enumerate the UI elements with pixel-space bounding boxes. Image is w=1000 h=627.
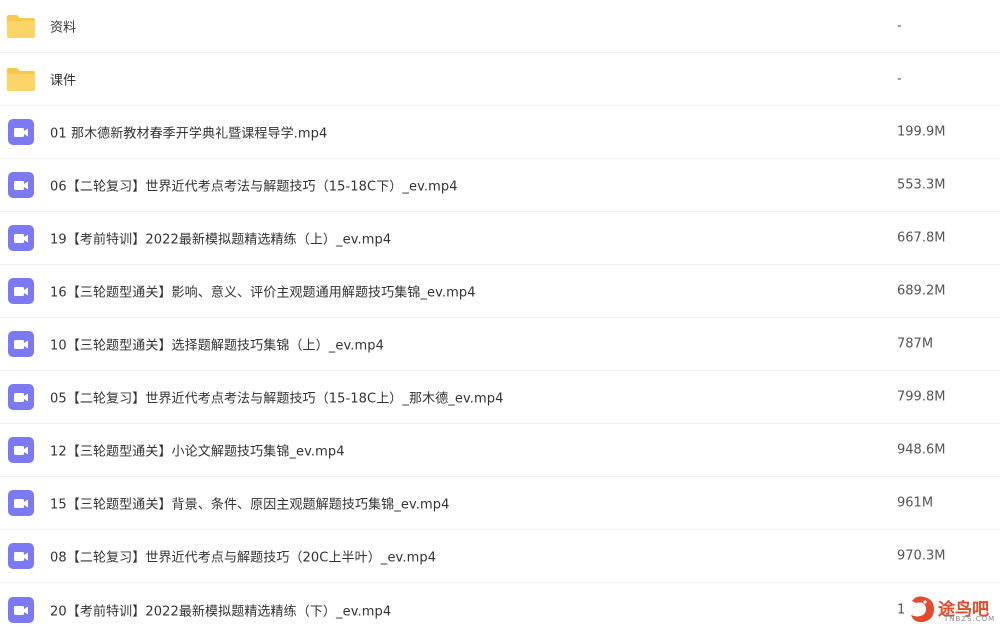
file-size: 667.8M — [897, 230, 946, 246]
file-row[interactable]: 06【二轮复习】世界近代考点考法与解题技巧（15-18C下）_ev.mp4 55… — [0, 159, 1000, 212]
file-size: 787M — [897, 336, 934, 352]
video-file-icon — [6, 330, 36, 358]
file-name[interactable]: 10【三轮题型通关】选择题解题技巧集锦（上）_ev.mp4 — [50, 335, 384, 354]
file-size: 1 — [897, 602, 906, 617]
file-row[interactable]: 19【考前特训】2022最新模拟题精选精练（上）_ev.mp4 667.8M — [0, 212, 1000, 265]
file-size: 799.8M — [897, 389, 946, 405]
file-row[interactable]: 12【三轮题型通关】小论文解题技巧集锦_ev.mp4 948.6M — [0, 424, 1000, 477]
video-file-icon — [6, 436, 36, 464]
folder-icon — [6, 12, 36, 40]
video-file-icon — [6, 542, 36, 570]
file-size: 948.6M — [897, 442, 946, 458]
folder-row[interactable]: 资料 - — [0, 0, 1000, 53]
file-size: 689.2M — [897, 283, 946, 299]
video-file-icon — [6, 383, 36, 411]
folder-row[interactable]: 课件 - — [0, 53, 1000, 106]
file-row[interactable]: 05【二轮复习】世界近代考点考法与解题技巧（15-18C上）_那木德_ev.mp… — [0, 371, 1000, 424]
video-file-icon — [6, 596, 36, 624]
site-watermark: 途鸟吧 TNBZS.COM — [908, 592, 1000, 627]
file-name[interactable]: 资料 — [50, 17, 76, 36]
file-name[interactable]: 课件 — [50, 70, 76, 89]
file-row[interactable]: 20【考前特训】2022最新模拟题精选精练（下）_ev.mp4 1 — [0, 583, 1000, 627]
file-row[interactable]: 08【二轮复习】世界近代考点与解题技巧（20C上半叶）_ev.mp4 970.3… — [0, 530, 1000, 583]
file-name[interactable]: 19【考前特训】2022最新模拟题精选精练（上）_ev.mp4 — [50, 229, 391, 248]
file-size: - — [897, 18, 902, 34]
file-row[interactable]: 01 那木德新教材春季开学典礼暨课程导学.mp4 199.9M — [0, 106, 1000, 159]
file-size: - — [897, 71, 902, 87]
file-name[interactable]: 20【考前特训】2022最新模拟题精选精练（下）_ev.mp4 — [50, 600, 391, 619]
file-size: 970.3M — [897, 548, 946, 564]
file-row[interactable]: 15【三轮题型通关】背景、条件、原因主观题解题技巧集锦_ev.mp4 961M — [0, 477, 1000, 530]
file-name[interactable]: 12【三轮题型通关】小论文解题技巧集锦_ev.mp4 — [50, 441, 345, 460]
bird-logo-icon — [911, 596, 934, 623]
file-name[interactable]: 15【三轮题型通关】背景、条件、原因主观题解题技巧集锦_ev.mp4 — [50, 494, 449, 513]
file-row[interactable]: 16【三轮题型通关】影响、意义、评价主观题通用解题技巧集锦_ev.mp4 689… — [0, 265, 1000, 318]
file-size: 553.3M — [897, 177, 946, 193]
file-row[interactable]: 10【三轮题型通关】选择题解题技巧集锦（上）_ev.mp4 787M — [0, 318, 1000, 371]
video-file-icon — [6, 489, 36, 517]
video-file-icon — [6, 171, 36, 199]
file-name[interactable]: 05【二轮复习】世界近代考点考法与解题技巧（15-18C上）_那木德_ev.mp… — [50, 388, 504, 407]
folder-icon — [6, 65, 36, 93]
file-name[interactable]: 16【三轮题型通关】影响、意义、评价主观题通用解题技巧集锦_ev.mp4 — [50, 282, 476, 301]
file-name[interactable]: 01 那木德新教材春季开学典礼暨课程导学.mp4 — [50, 123, 327, 142]
video-file-icon — [6, 277, 36, 305]
video-file-icon — [6, 224, 36, 252]
file-name[interactable]: 08【二轮复习】世界近代考点与解题技巧（20C上半叶）_ev.mp4 — [50, 547, 436, 566]
file-size: 199.9M — [897, 124, 946, 140]
video-file-icon — [6, 118, 36, 146]
file-name[interactable]: 06【二轮复习】世界近代考点考法与解题技巧（15-18C下）_ev.mp4 — [50, 176, 458, 195]
file-size: 961M — [897, 495, 934, 511]
file-list: 资料 - 课件 - 01 那木德新教材春季开学典礼暨课程导学.mp4 199.9… — [0, 0, 1000, 627]
watermark-subtext: TNBZS.COM — [944, 615, 996, 623]
